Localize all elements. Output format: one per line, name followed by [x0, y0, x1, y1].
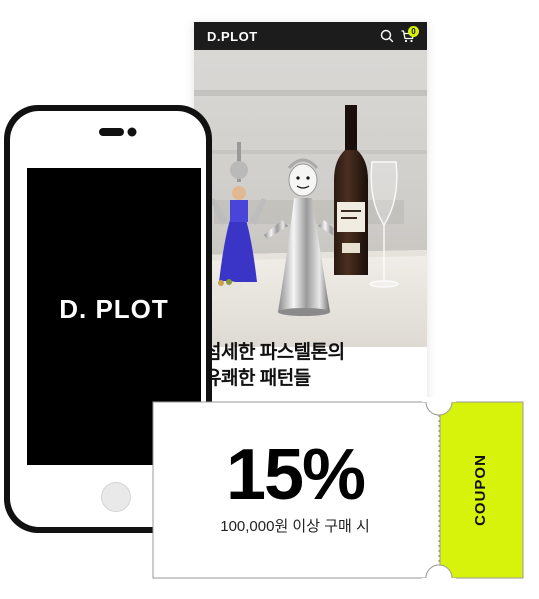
store-logo[interactable]: D.PLOT — [207, 29, 258, 44]
store-screen: D.PLOT 0 섬세한 파스텔톤의 유쾌한 패턴들 — [194, 22, 427, 422]
coupon-discount-value: 15% — [225, 435, 366, 515]
coupon-condition: 100,000원 이상 구매 시 — [220, 518, 370, 535]
search-icon[interactable] — [379, 28, 395, 44]
hero-headline: 섬세한 파스텔톤의 유쾌한 패턴들 — [204, 340, 424, 392]
coupon-ticket[interactable]: 15% 100,000원 이상 구매 시 COUPON — [150, 397, 526, 583]
hero-photo — [194, 50, 427, 347]
coupon-label: COUPON — [472, 454, 489, 526]
phone-camera-notch — [99, 127, 137, 137]
phone-logo: D. PLOT — [59, 294, 169, 324]
hero-image[interactable] — [194, 50, 427, 347]
hero-headline-line-1: 섬세한 파스텔톤의 — [204, 342, 345, 363]
home-button[interactable] — [101, 482, 131, 512]
cart-count-badge: 0 — [408, 26, 419, 37]
store-header: D.PLOT 0 — [194, 22, 427, 50]
hero-headline-line-2: 유쾌한 패턴들 — [204, 368, 311, 389]
